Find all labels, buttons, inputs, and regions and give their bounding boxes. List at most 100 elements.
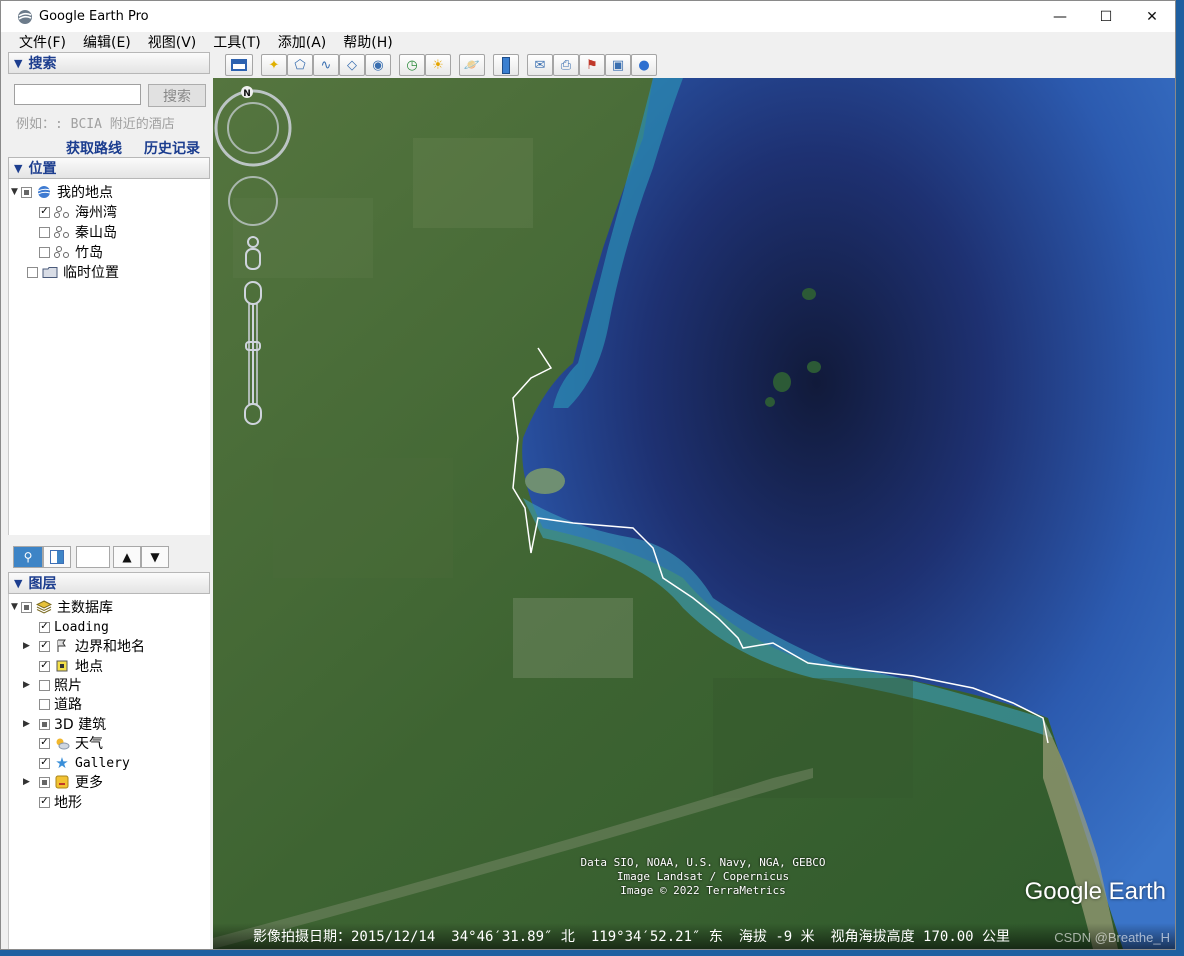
- hide-sidebar-button[interactable]: [225, 54, 253, 76]
- menu-tools[interactable]: 工具(T): [205, 32, 269, 52]
- menu-add[interactable]: 添加(A): [270, 32, 336, 52]
- email-button[interactable]: ✉: [527, 54, 553, 76]
- checkbox[interactable]: [39, 796, 50, 808]
- look-joystick-icon[interactable]: [228, 176, 278, 226]
- checkbox[interactable]: [39, 621, 50, 633]
- search-input[interactable]: [14, 84, 141, 105]
- tree-item-label: 秦山岛: [75, 225, 117, 241]
- clock-icon: ◷: [406, 57, 418, 73]
- layer-primary-database[interactable]: ▼ 主数据库: [11, 597, 113, 617]
- eye-altitude-readout: 视角海拔高度 170.00 公里: [830, 929, 1011, 945]
- checkbox[interactable]: [21, 186, 32, 198]
- checkbox[interactable]: [39, 226, 50, 238]
- historical-imagery-button[interactable]: ◷: [399, 54, 425, 76]
- places-filter-field[interactable]: [76, 545, 110, 568]
- menu-edit[interactable]: 编辑(E): [75, 32, 140, 52]
- menu-view[interactable]: 视图(V): [140, 32, 206, 52]
- layer-photos[interactable]: ▶ 照片: [23, 675, 82, 695]
- tree-item-haizhou-bay[interactable]: 海州湾: [39, 202, 117, 222]
- attribution-line: Image Landsat / Copernicus: [616, 870, 790, 883]
- layer-weather[interactable]: 天气: [39, 733, 103, 753]
- checkbox[interactable]: [39, 640, 50, 652]
- ruler-button[interactable]: [493, 54, 519, 76]
- switch-planet-button[interactable]: 🪐: [459, 54, 485, 76]
- checkbox[interactable]: [39, 206, 50, 218]
- compass-ring-icon[interactable]: N: [214, 86, 292, 167]
- expand-triangle-icon[interactable]: ▼: [11, 602, 21, 612]
- layer-places[interactable]: 地点: [39, 656, 103, 676]
- places-panel-header[interactable]: ▼ 位置: [8, 157, 210, 179]
- layer-gallery[interactable]: ★ Gallery: [39, 753, 130, 773]
- search-panel-header[interactable]: ▼ 搜索: [8, 52, 210, 74]
- sunlight-button[interactable]: ☀: [425, 54, 451, 76]
- layer-3d-buildings[interactable]: ▶ 3D 建筑: [23, 714, 106, 734]
- get-directions-link[interactable]: 获取路线: [66, 138, 122, 158]
- zoom-slider-icon[interactable]: [244, 281, 262, 425]
- layer-label: Loading: [54, 619, 109, 635]
- add-path-button[interactable]: ∿: [313, 54, 339, 76]
- add-placemark-button[interactable]: ✦: [261, 54, 287, 76]
- earth-map-view[interactable]: Data SIO, NOAA, U.S. Navy, NGA, GEBCO Im…: [213, 78, 1175, 949]
- minimize-button[interactable]: —: [1037, 1, 1083, 32]
- path-icon: [54, 245, 70, 259]
- earth-gallery-button[interactable]: ●: [631, 54, 657, 76]
- layers-panel-header[interactable]: ▼ 图层: [8, 572, 210, 594]
- move-down-button[interactable]: ▼: [141, 545, 169, 568]
- close-button[interactable]: ✕: [1129, 1, 1175, 32]
- layer-more[interactable]: ▶ 更多: [23, 772, 103, 792]
- menu-help[interactable]: 帮助(H): [335, 32, 401, 52]
- tree-item-temporary-places[interactable]: 临时位置: [27, 262, 119, 282]
- tree-item-zhu-island[interactable]: 竹岛: [39, 242, 103, 262]
- panel-toggle-button[interactable]: [43, 545, 71, 568]
- checkbox[interactable]: [21, 601, 32, 613]
- checkbox[interactable]: [39, 679, 50, 691]
- expand-triangle-icon[interactable]: ▶: [23, 641, 33, 651]
- expand-triangle-icon[interactable]: ▶: [23, 777, 33, 787]
- menu-file[interactable]: 文件(F): [1, 32, 75, 52]
- layer-label: 主数据库: [57, 600, 113, 616]
- elevation-readout: 海拔 -9 米: [738, 929, 815, 945]
- checkbox[interactable]: [39, 737, 50, 749]
- record-tour-button[interactable]: ◉: [365, 54, 391, 76]
- compass-north-label: N: [243, 89, 251, 99]
- checkbox[interactable]: [39, 246, 50, 258]
- checkbox[interactable]: [39, 776, 50, 788]
- layer-label: 照片: [54, 678, 82, 694]
- expand-triangle-icon[interactable]: ▶: [23, 680, 33, 690]
- checkbox[interactable]: [39, 718, 50, 730]
- panel-icon: [50, 549, 64, 564]
- path-icon: [54, 205, 70, 219]
- tree-item-qinshan-island[interactable]: 秦山岛: [39, 222, 117, 242]
- layers-panel: ▼ 图层 ▼ 主数据库 Loading ▶: [8, 572, 210, 949]
- layer-loading[interactable]: Loading: [39, 617, 109, 637]
- search-places-button[interactable]: ⚲: [13, 545, 43, 568]
- more-folder-icon: [54, 775, 70, 789]
- expand-triangle-icon[interactable]: ▼: [11, 187, 21, 197]
- layer-label: Gallery: [75, 755, 130, 771]
- save-image-button[interactable]: ▣: [605, 54, 631, 76]
- history-link[interactable]: 历史记录: [144, 138, 200, 158]
- checkbox[interactable]: [39, 757, 50, 769]
- checkbox[interactable]: [27, 266, 38, 278]
- tree-item-my-places[interactable]: ▼ 我的地点: [11, 182, 113, 202]
- layer-terrain[interactable]: 地形: [39, 792, 82, 812]
- places-header-label: 位置: [28, 161, 57, 177]
- add-polygon-button[interactable]: ⬠: [287, 54, 313, 76]
- print-button[interactable]: ⎙: [553, 54, 579, 76]
- add-image-overlay-button[interactable]: ◇: [339, 54, 365, 76]
- checkbox[interactable]: [39, 698, 50, 710]
- layer-borders-labels[interactable]: ▶ 边界和地名: [23, 636, 145, 656]
- layer-roads[interactable]: 道路: [39, 694, 82, 714]
- move-up-button[interactable]: ▲: [113, 545, 141, 568]
- search-button[interactable]: 搜索: [148, 84, 206, 107]
- street-view-pegman-icon[interactable]: [245, 236, 261, 270]
- view-in-maps-button[interactable]: ⚑: [579, 54, 605, 76]
- maximize-button[interactable]: ☐: [1083, 1, 1129, 32]
- menu-bar: 文件(F) 编辑(E) 视图(V) 工具(T) 添加(A) 帮助(H): [1, 32, 1175, 52]
- checkbox[interactable]: [39, 660, 50, 672]
- sidebar-icon: [231, 59, 247, 71]
- expand-triangle-icon[interactable]: ▶: [23, 719, 33, 729]
- arrow-up-icon: ▲: [122, 549, 132, 564]
- watermark: CSDN @Breathe_H: [1054, 930, 1170, 945]
- attribution-line: Data SIO, NOAA, U.S. Navy, NGA, GEBCO: [580, 856, 826, 869]
